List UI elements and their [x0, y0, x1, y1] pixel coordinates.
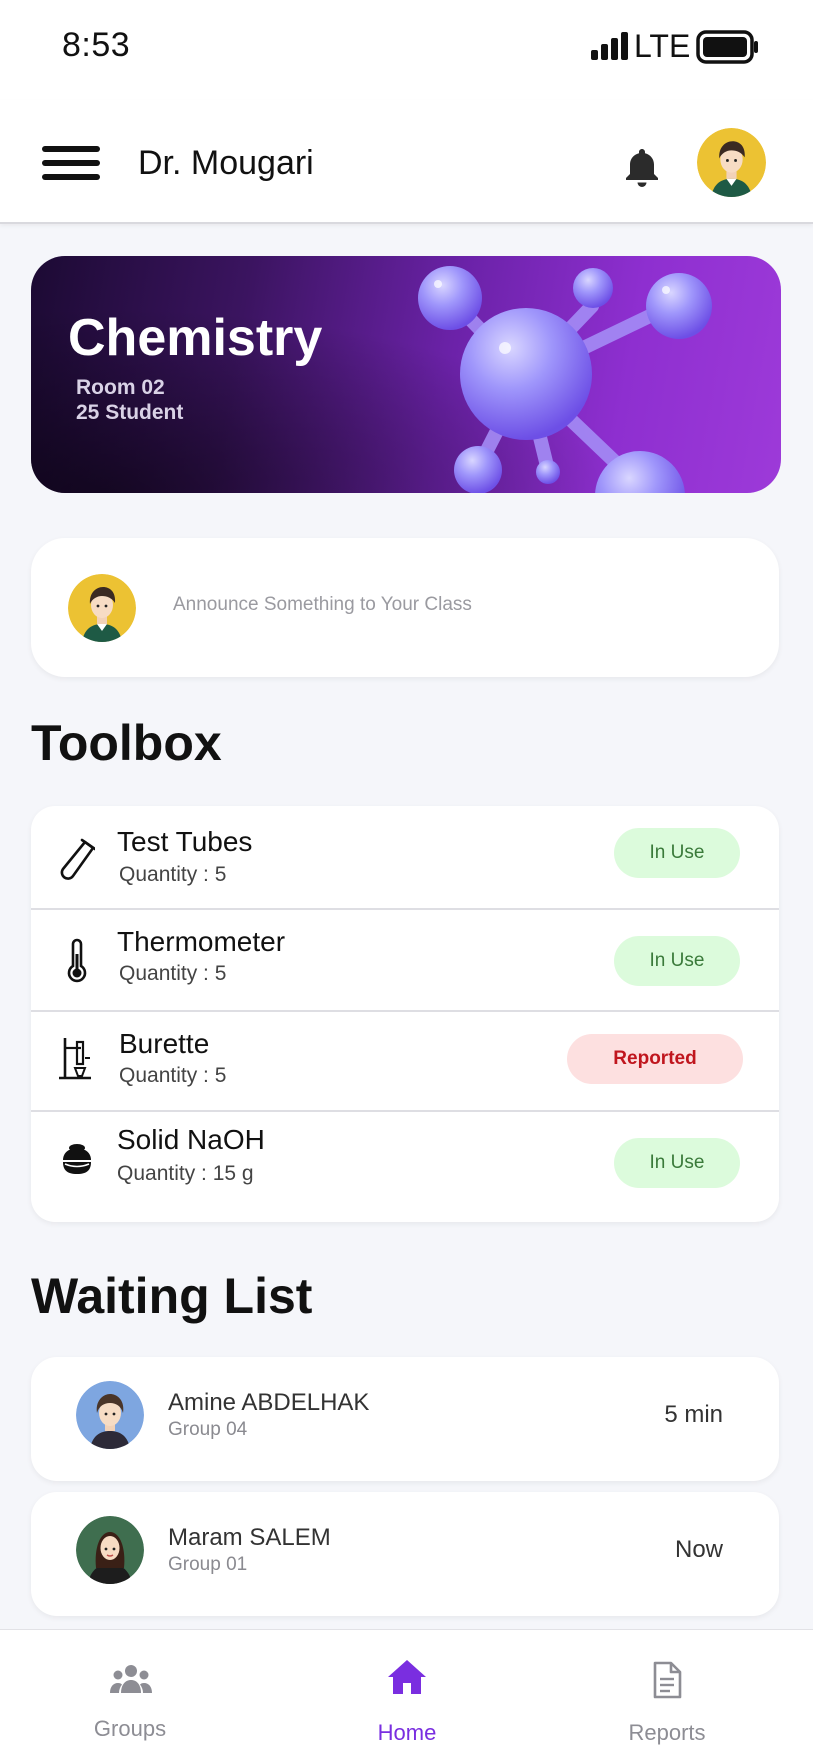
status-time: 8:53 — [62, 26, 131, 64]
status-badge[interactable]: Reported — [567, 1034, 743, 1084]
waiting-list-title: Waiting List — [31, 1268, 313, 1324]
tool-quantity: Quantity : 5 — [119, 962, 227, 985]
tool-name: Solid NaOH — [117, 1124, 265, 1155]
status-badge[interactable]: In Use — [614, 828, 740, 878]
nav-label: Reports — [628, 1720, 706, 1745]
reports-icon — [653, 1661, 682, 1699]
profile-avatar[interactable] — [697, 128, 766, 197]
waiting-entry[interactable]: Amine ABDELHAK Group 04 5 min — [31, 1357, 779, 1481]
toolbox-title: Toolbox — [31, 715, 222, 771]
student-name: Amine ABDELHAK — [168, 1389, 370, 1416]
nav-home[interactable]: Home — [307, 1629, 507, 1759]
toolbox-item-solid-naoh[interactable]: Solid NaOH Quantity : 15 g In Use — [31, 1110, 779, 1222]
student-avatar — [76, 1516, 144, 1584]
signal-icon — [591, 32, 628, 60]
molecule-illustration — [418, 266, 712, 493]
thermometer-icon — [67, 938, 87, 983]
room-label: Room 02 — [76, 376, 165, 399]
groups-icon — [110, 1665, 152, 1693]
student-count: 25 Student — [76, 401, 184, 424]
subject-title: Chemistry — [68, 309, 323, 367]
wait-time: Now — [674, 1536, 723, 1563]
tool-name: Thermometer — [117, 926, 286, 957]
burette-icon — [59, 1038, 91, 1080]
tool-name: Test Tubes — [117, 826, 253, 857]
tool-name: Burette — [119, 1028, 210, 1059]
student-name: Maram SALEM — [168, 1524, 331, 1551]
notification-bell-icon[interactable] — [622, 146, 662, 188]
menu-button[interactable] — [42, 146, 100, 180]
weight-icon — [63, 1144, 91, 1174]
status-badge[interactable]: In Use — [614, 1138, 740, 1188]
waiting-entry[interactable]: Maram SALEM Group 01 Now — [31, 1492, 779, 1616]
tool-quantity: Quantity : 5 — [119, 863, 227, 886]
student-group: Group 04 — [168, 1419, 248, 1440]
tool-quantity: Quantity : 15 g — [117, 1162, 254, 1185]
network-type: LTE — [634, 28, 691, 64]
tool-quantity: Quantity : 5 — [119, 1064, 227, 1087]
student-avatar — [76, 1381, 144, 1449]
home-icon — [388, 1660, 426, 1694]
nav-label: Home — [377, 1720, 437, 1745]
toolbox-list: Test Tubes Quantity : 5 In Use Thermomet… — [31, 806, 779, 1222]
toolbox-item-burette[interactable]: Burette Quantity : 5 Reported — [31, 1010, 779, 1112]
announce-avatar — [68, 574, 136, 642]
app-header — [0, 100, 813, 224]
nav-label: Groups — [93, 1716, 167, 1741]
page-title: Dr. Mougari — [138, 144, 314, 182]
announce-input[interactable]: Announce Something to Your Class — [173, 594, 472, 616]
toolbox-item-test-tubes[interactable]: Test Tubes Quantity : 5 In Use — [31, 806, 779, 910]
nav-groups[interactable]: Groups — [30, 1629, 230, 1759]
toolbox-item-thermometer[interactable]: Thermometer Quantity : 5 In Use — [31, 908, 779, 1012]
wait-time: 5 min — [664, 1401, 723, 1428]
status-badge[interactable]: In Use — [614, 936, 740, 986]
nav-reports[interactable]: Reports — [567, 1629, 767, 1759]
student-group: Group 01 — [168, 1554, 248, 1575]
test-tube-icon — [60, 838, 95, 880]
battery-icon — [696, 30, 758, 64]
